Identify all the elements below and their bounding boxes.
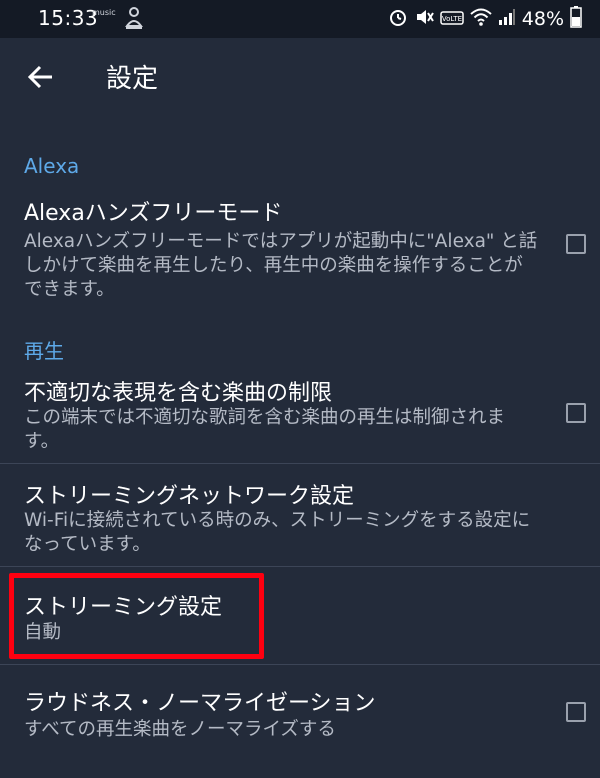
section-heading-playback: 再生 (24, 339, 64, 363)
person-notification-icon (124, 6, 144, 34)
setting-item-alexa-handsfree[interactable]: Alexaハンズフリーモード Alexaハンズフリーモードではアプリが起動中に"… (0, 192, 600, 304)
highlight-annotation-box (9, 573, 264, 659)
battery-percent: 48% (521, 8, 564, 30)
volte-icon: VoLTE (440, 10, 464, 29)
wifi-icon (470, 7, 492, 31)
setting-description: Wi-Fiに接続されている時のみ、ストリーミングをする設定に なっています。 (24, 510, 531, 555)
setting-item-streaming-network[interactable]: ストリーミングネットワーク設定 Wi-Fiに接続されている時のみ、ストリーミング… (0, 464, 600, 566)
mute-icon (414, 7, 434, 31)
loudness-normalization-checkbox[interactable] (566, 702, 586, 722)
signal-icon (498, 8, 516, 30)
setting-description: すべての再生楽曲をノーマライズする (24, 719, 336, 740)
explicit-filter-checkbox[interactable] (566, 403, 586, 423)
setting-description: Alexaハンズフリーモードではアプリが起動中に"Alexa" と話 しかけて楽… (24, 231, 538, 300)
battery-icon (570, 6, 582, 32)
music-notification-icon: music (92, 8, 116, 17)
svg-text:VoLTE: VoLTE (442, 15, 462, 23)
setting-item-explicit-filter[interactable]: 不適切な表現を含む楽曲の制限 この端末では不適切な歌詞を含む楽曲の再生は制御され… (0, 372, 600, 464)
setting-title: Alexaハンズフリーモード (24, 201, 283, 226)
back-arrow-icon[interactable] (26, 62, 56, 92)
setting-item-loudness-normalization[interactable]: ラウドネス・ノーマライゼーション すべての再生楽曲をノーマライズする (0, 665, 600, 755)
setting-title: 不適切な表現を含む楽曲の制限 (24, 381, 333, 406)
alarm-icon (388, 7, 408, 31)
setting-title: ラウドネス・ノーマライゼーション (24, 691, 376, 716)
page-title: 設定 (106, 64, 159, 94)
setting-title: ストリーミングネットワーク設定 (24, 484, 355, 509)
status-bar: 15:33 music VoLTE 48% (0, 0, 600, 38)
section-heading-alexa: Alexa (24, 154, 80, 178)
alexa-handsfree-checkbox[interactable] (566, 234, 586, 254)
app-bar: 設定 (0, 38, 600, 118)
clock: 15:33 (38, 6, 99, 30)
setting-description: この端末では不適切な歌詞を含む楽曲の再生は制御されま す。 (24, 407, 506, 452)
